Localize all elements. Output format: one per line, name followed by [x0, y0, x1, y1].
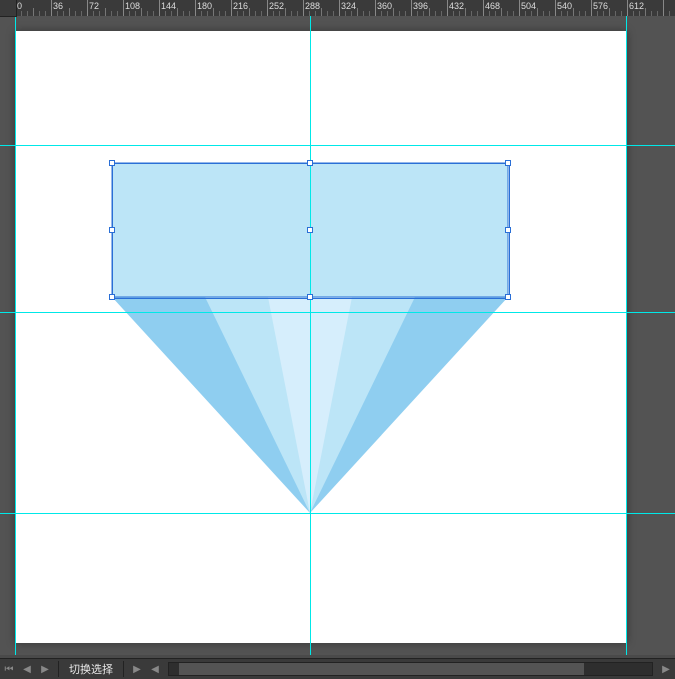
- workspace[interactable]: [0, 16, 675, 655]
- playback-controls: ⏮ ◀ ▶: [0, 659, 63, 679]
- ruler-horizontal[interactable]: 6036721081441802162522883243603964324685…: [0, 0, 675, 17]
- prev-frame-icon[interactable]: ◀: [19, 661, 35, 677]
- rewind-icon[interactable]: ⏮: [1, 661, 17, 677]
- artwork-svg: [0, 16, 612, 628]
- ruler-origin: [0, 0, 17, 17]
- artboard[interactable]: [15, 31, 627, 643]
- selected-rectangle: [112, 163, 508, 297]
- status-bar: ⏮ ◀ ▶ 切换选择 ▶ ◀ ▶: [0, 658, 675, 679]
- horizontal-scrollbar[interactable]: [168, 662, 653, 676]
- scroll-left-icon[interactable]: ◀: [147, 661, 163, 677]
- separator: [58, 661, 59, 677]
- next-icon[interactable]: ▶: [129, 661, 145, 677]
- mode-label[interactable]: 切换选择: [63, 661, 119, 677]
- scrollbar-thumb[interactable]: [179, 663, 585, 675]
- scroll-right-icon[interactable]: ▶: [658, 661, 674, 677]
- separator: [123, 661, 124, 677]
- play-icon[interactable]: ▶: [37, 661, 53, 677]
